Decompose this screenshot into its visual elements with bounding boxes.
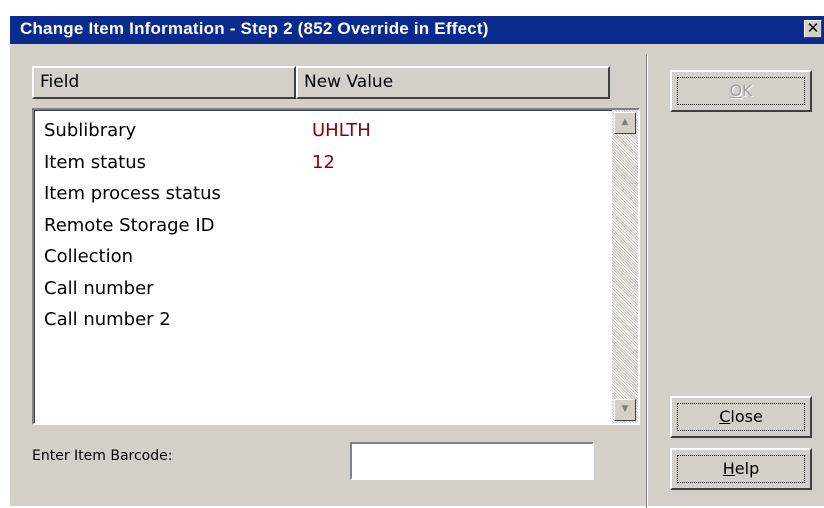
column-header-new-value[interactable]: New Value: [296, 66, 610, 99]
list-item[interactable]: Call number: [44, 278, 604, 310]
list-header: Field New Value: [32, 66, 610, 99]
window-title: Change Item Information - Step 2 (852 Ov…: [20, 19, 489, 38]
close-mnemonic: C: [719, 407, 731, 426]
help-label-rest: elp: [734, 459, 760, 478]
vertical-divider: [646, 54, 648, 508]
list-item[interactable]: Remote Storage ID: [44, 215, 604, 247]
close-icon: ✕: [806, 19, 820, 37]
close-button[interactable]: Close: [670, 396, 812, 438]
list-item[interactable]: Sublibrary UHLTH: [44, 120, 604, 152]
field-name: Remote Storage ID: [44, 214, 215, 236]
arrow-up-icon: ▲: [621, 117, 629, 127]
ok-button-label: OK: [729, 81, 752, 100]
field-list[interactable]: Sublibrary UHLTH Item status 12 Item pro…: [32, 108, 640, 425]
barcode-label: Enter Item Barcode:: [32, 448, 173, 464]
field-new-value: 12: [312, 151, 335, 173]
change-item-dialog: Change Item Information - Step 2 (852 Ov…: [8, 14, 824, 508]
list-item[interactable]: Call number 2: [44, 309, 604, 341]
barcode-input[interactable]: [350, 442, 594, 480]
list-item[interactable]: Collection: [44, 246, 604, 278]
ok-mnemonic: O: [729, 81, 743, 100]
arrow-down-icon: ▼: [621, 404, 629, 414]
column-header-field[interactable]: Field: [32, 66, 296, 99]
field-name: Item process status: [44, 183, 221, 204]
ok-label-rest: K: [742, 81, 753, 100]
field-name: Call number: [44, 277, 154, 299]
scroll-down-button[interactable]: ▼: [614, 399, 636, 421]
list-item[interactable]: Item process status: [44, 183, 604, 215]
help-mnemonic: H: [722, 459, 735, 478]
help-button-label: Help: [723, 459, 759, 478]
help-button[interactable]: Help: [670, 448, 812, 490]
close-window-button[interactable]: ✕: [804, 19, 822, 38]
field-name: Call number 2: [44, 309, 171, 330]
field-name: Collection: [44, 246, 134, 267]
ok-button[interactable]: OK: [670, 70, 812, 112]
field-name: Item status: [44, 151, 147, 173]
scroll-up-button[interactable]: ▲: [614, 112, 636, 134]
vertical-scrollbar[interactable]: ▲ ▼: [612, 110, 638, 423]
list-item[interactable]: Item status 12: [44, 152, 604, 184]
field-rows: Sublibrary UHLTH Item status 12 Item pro…: [44, 120, 604, 341]
field-new-value: UHLTH: [312, 120, 371, 141]
close-button-label: Close: [719, 407, 763, 426]
close-label-rest: lose: [730, 407, 763, 426]
field-name: Sublibrary: [44, 120, 137, 141]
title-bar[interactable]: Change Item Information - Step 2 (852 Ov…: [10, 16, 824, 44]
